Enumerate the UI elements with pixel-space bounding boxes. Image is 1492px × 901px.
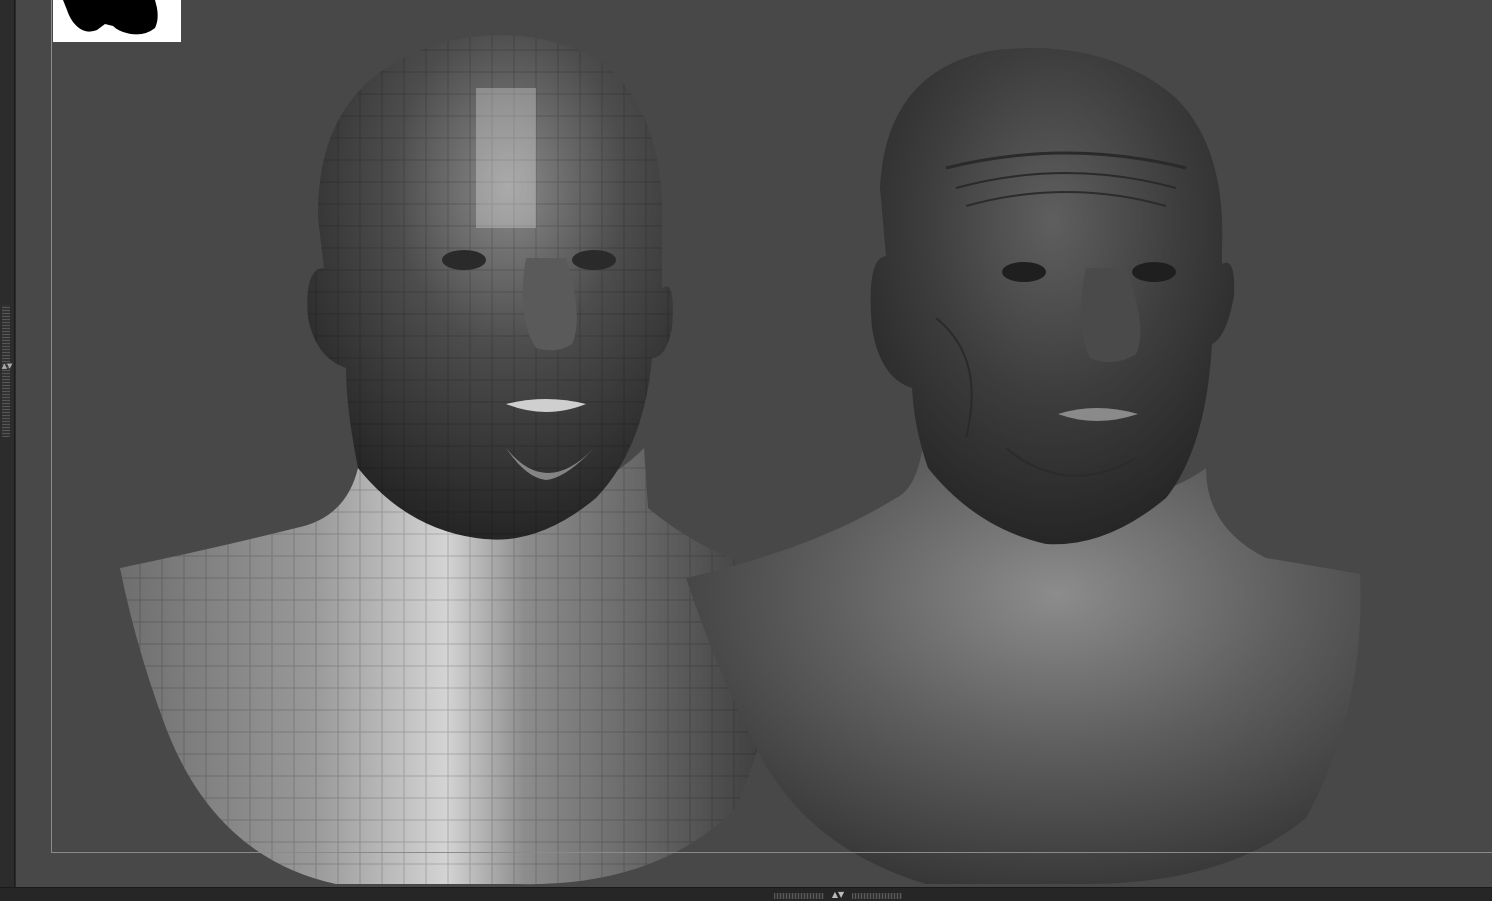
document-canvas[interactable] (16, 0, 1492, 887)
left-tray-toggle-icon[interactable]: ▲▼ (1, 362, 13, 380)
left-tray[interactable]: ▲▼ (0, 0, 15, 887)
bottom-tray-toggle-icon[interactable]: ▲▼ (824, 889, 852, 901)
high-res-bust-model[interactable] (666, 28, 1386, 887)
bottom-tray[interactable]: ▲▼ (0, 887, 1492, 901)
zbrush-window: ▲▼ ▲▼ (0, 0, 1492, 901)
